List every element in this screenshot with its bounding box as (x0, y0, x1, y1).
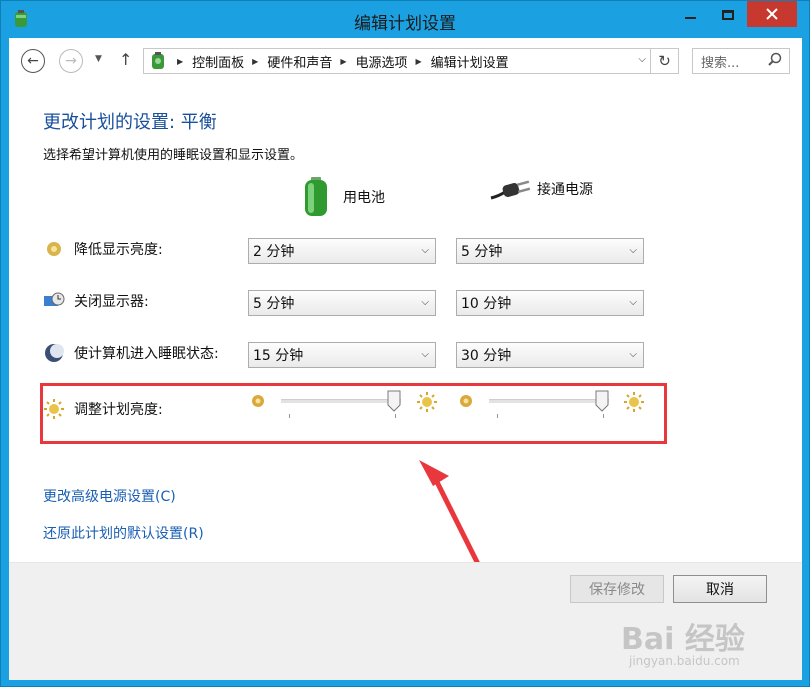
select-value: 30 分钟 (461, 348, 512, 364)
dim-display-plugged-select[interactable]: 5 分钟 ⌵ (456, 238, 644, 264)
setting-brightness: 调整计划亮度: (43, 398, 163, 420)
slider-thumb[interactable] (387, 390, 401, 412)
brightness-low-icon (460, 395, 472, 407)
watermark: Bai 经验 jingyan.baidu.com (621, 614, 781, 674)
chevron-right-icon[interactable]: ▶ (416, 57, 422, 66)
arrow-up-icon: ↑ (119, 50, 133, 69)
chevron-right-icon: ▶ (177, 56, 184, 66)
slider-tick (395, 414, 396, 418)
client-area: ← → ▼ ↑ ▶ 控制面板 ▶ 硬件和声音 ▶ 电源选项 ▶ 编辑计划设置 ⌵… (9, 38, 802, 680)
battery-icon (305, 177, 327, 216)
chevron-down-icon: ⌵ (421, 349, 429, 360)
slider-track (281, 399, 401, 403)
dim-display-battery-select[interactable]: 2 分钟 ⌵ (248, 238, 436, 264)
column-plugged-label: 接通电源 (537, 182, 593, 198)
brightness-high-icon (624, 392, 644, 412)
chevron-down-icon: ⌵ (629, 297, 637, 308)
slider-track (489, 399, 609, 403)
close-button[interactable] (747, 1, 797, 27)
breadcrumb-power-options[interactable]: 电源选项 (356, 52, 408, 71)
slider-thumb[interactable] (595, 390, 609, 412)
column-battery-label: 用电池 (343, 190, 385, 206)
chevron-down-icon: ⌵ (421, 297, 429, 308)
breadcrumb: ▶ 控制面板 ▶ 硬件和声音 ▶ 电源选项 ▶ 编辑计划设置 (169, 52, 509, 71)
chevron-right-icon[interactable]: ▶ (340, 57, 346, 66)
turn-off-display-plugged-select[interactable]: 10 分钟 ⌵ (456, 290, 644, 316)
refresh-button[interactable]: ↻ (651, 48, 679, 74)
select-value: 5 分钟 (461, 244, 503, 260)
close-icon (766, 8, 778, 20)
breadcrumb-hardware-sound[interactable]: 硬件和声音 (267, 52, 332, 71)
turn-off-display-battery-select[interactable]: 5 分钟 ⌵ (248, 290, 436, 316)
slider-tick (289, 414, 290, 418)
search-icon (768, 52, 782, 66)
control-panel-icon (152, 52, 164, 69)
maximize-icon (722, 10, 734, 20)
display-off-icon (43, 290, 65, 312)
cancel-button[interactable]: 取消 (673, 575, 767, 603)
arrow-right-icon: → (65, 53, 77, 69)
power-plug-icon (490, 180, 531, 200)
select-value: 10 分钟 (461, 296, 512, 312)
slider-tick (603, 414, 604, 418)
select-value: 15 分钟 (253, 348, 304, 364)
setting-label: 调整计划亮度: (74, 402, 163, 418)
minimize-icon (684, 17, 696, 19)
setting-sleep: 使计算机进入睡眠状态: (43, 342, 219, 364)
brightness-battery-slider[interactable] (281, 390, 401, 420)
sleep-moon-icon (43, 342, 65, 364)
chevron-right-icon[interactable]: ▶ (252, 57, 258, 66)
title-bar: 编辑计划设置 (1, 1, 809, 37)
search-input[interactable]: 搜索... (692, 48, 790, 74)
setting-label: 使计算机进入睡眠状态: (74, 346, 219, 362)
refresh-icon: ↻ (658, 52, 671, 70)
column-plugged-in: 接通电源 (489, 176, 593, 202)
chevron-down-icon: ⌵ (421, 245, 429, 256)
window: 编辑计划设置 ← → ▼ ↑ ▶ 控制面板 ▶ 硬件和声音 ▶ 电源选项 ▶ 编… (0, 0, 810, 687)
setting-label: 关闭显示器: (74, 294, 149, 310)
page-subtitle: 选择希望计算机使用的睡眠设置和显示设置。 (43, 148, 304, 163)
select-value: 5 分钟 (253, 296, 295, 312)
brightness-high-icon (417, 392, 437, 412)
breadcrumb-edit-plan[interactable]: 编辑计划设置 (431, 52, 509, 71)
watermark-logo: Bai 经验 (621, 622, 745, 657)
setting-dim-display: 降低显示亮度: (43, 238, 163, 260)
brightness-sun-icon (43, 398, 65, 420)
brightness-low-icon (252, 395, 264, 407)
brightness-plugged-slider[interactable] (489, 390, 609, 420)
column-on-battery: 用电池 (301, 176, 385, 218)
minimize-button[interactable] (673, 1, 707, 29)
sleep-battery-select[interactable]: 15 分钟 ⌵ (248, 342, 436, 368)
recent-locations-dropdown[interactable]: ▼ (95, 54, 102, 64)
slider-tick (497, 414, 498, 418)
advanced-power-settings-link[interactable]: 更改高级电源设置(C) (43, 486, 176, 506)
chevron-down-icon: ⌵ (629, 349, 637, 360)
page-title: 更改计划的设置: 平衡 (43, 112, 217, 133)
restore-defaults-link[interactable]: 还原此计划的默认设置(R) (43, 523, 204, 543)
setting-turn-off-display: 关闭显示器: (43, 290, 149, 312)
sleep-plugged-select[interactable]: 30 分钟 ⌵ (456, 342, 644, 368)
back-button[interactable]: ← (21, 49, 45, 73)
search-placeholder: 搜索... (701, 55, 740, 71)
dim-display-icon (43, 238, 65, 260)
chevron-down-icon: ⌵ (629, 245, 637, 256)
breadcrumb-control-panel[interactable]: 控制面板 (192, 52, 244, 71)
maximize-button[interactable] (711, 1, 745, 29)
navigation-bar: ← → ▼ ↑ ▶ 控制面板 ▶ 硬件和声音 ▶ 电源选项 ▶ 编辑计划设置 ⌵… (9, 38, 802, 82)
setting-label: 降低显示亮度: (74, 242, 163, 258)
chevron-down-icon[interactable]: ⌵ (638, 54, 646, 65)
address-bar[interactable]: ▶ 控制面板 ▶ 硬件和声音 ▶ 电源选项 ▶ 编辑计划设置 ⌵ (143, 48, 651, 74)
select-value: 2 分钟 (253, 244, 295, 260)
up-button[interactable]: ↑ (119, 50, 132, 69)
forward-button[interactable]: → (59, 49, 83, 73)
watermark-url: jingyan.baidu.com (629, 654, 740, 668)
save-button[interactable]: 保存修改 (570, 575, 664, 603)
arrow-left-icon: ← (27, 53, 39, 69)
